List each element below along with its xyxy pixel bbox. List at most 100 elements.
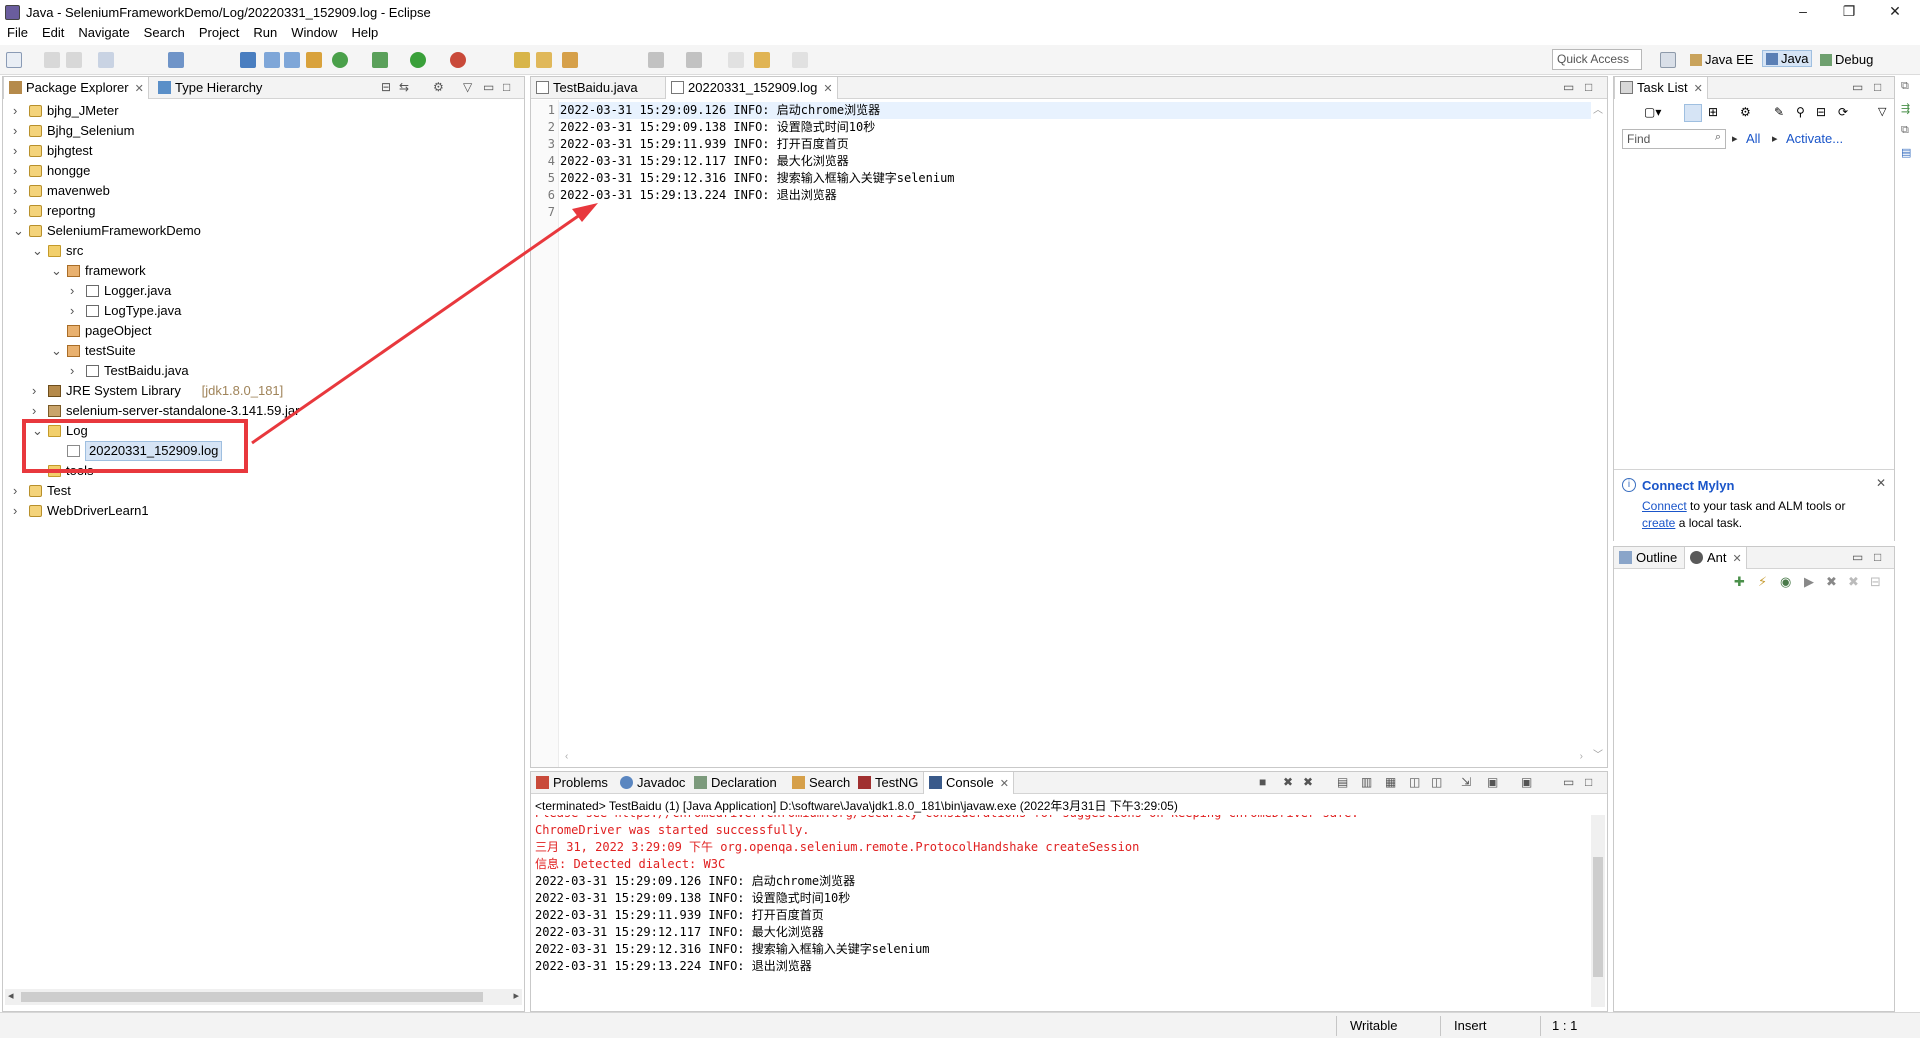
forward-icon[interactable] [792,52,808,68]
focus-on-workweek-icon[interactable]: ⚙ [1740,105,1751,119]
minimize-view-icon[interactable]: ▭ [1563,80,1574,94]
close-icon[interactable]: ✕ [1733,553,1742,565]
chevron-right-icon[interactable]: › [70,301,82,321]
tree-item[interactable]: › TestBaidu.java [3,361,524,381]
tree-item[interactable]: › JRE System Library [jdk1.8.0_181] [3,381,524,401]
chevron-down-icon[interactable]: ⌄ [32,421,44,441]
tab-testng[interactable]: TestNG [853,772,922,794]
editor-text-area[interactable]: 1 2022-03-31 15:29:09.126 INFO: 启动chrome浏… [531,102,1607,262]
chevron-right-icon[interactable]: › [32,381,44,401]
connect-link[interactable]: Connect [1642,499,1687,513]
new-class-icon[interactable] [306,52,322,68]
minimize-view-icon[interactable]: ▭ [483,80,494,94]
tab-problems[interactable]: Problems [531,772,612,794]
tree-item[interactable]: tools [3,461,524,481]
menu-search[interactable]: Search [137,22,192,44]
chevron-right-icon[interactable]: › [13,481,25,501]
scroll-left-icon[interactable]: ◂ [8,989,14,1002]
maximize-view-icon[interactable]: □ [1585,775,1592,789]
tree-item[interactable]: › Bjhg_Selenium [3,121,524,141]
open-console-icon[interactable] [168,52,184,68]
tree-item[interactable]: › hongge [3,161,524,181]
task-find-input[interactable]: Find ⌕ [1622,129,1726,149]
scroll-left-icon[interactable]: ‹ [565,751,568,762]
search-icon[interactable] [562,52,578,68]
categorized-icon[interactable] [1684,104,1702,122]
focus-icon[interactable]: ⚙ [433,80,444,94]
tree-item[interactable]: › bjhgtest [3,141,524,161]
open-type-icon[interactable] [514,52,530,68]
close-icon[interactable]: ✕ [823,83,832,95]
scrollbar-thumb[interactable] [1593,857,1603,977]
tree-item[interactable]: pageObject [3,321,524,341]
tree-item[interactable]: › reportng [3,201,524,221]
tree-item[interactable]: ⌄ src [3,241,524,261]
open-console-icon[interactable]: ▣ [1521,775,1532,789]
chevron-right-icon[interactable]: › [13,141,25,161]
open-task-icon[interactable] [536,52,552,68]
minimize-view-icon[interactable]: ▭ [1852,550,1863,564]
chevron-right-icon[interactable]: › [13,161,25,181]
next-annotation-icon[interactable] [648,52,664,68]
chevron-right-icon[interactable]: › [32,401,44,421]
chevron-right-icon[interactable]: › [70,281,82,301]
skip-breakpoints-icon[interactable] [240,52,256,68]
clear-console-icon[interactable]: ▤ [1337,775,1348,789]
previous-annotation-icon[interactable] [686,52,702,68]
remove-icon[interactable]: ✖ [1826,574,1837,590]
collapse-all-icon[interactable]: ⊟ [1816,105,1826,119]
tab-outline[interactable]: Outline [1614,547,1681,569]
scroll-right-icon[interactable]: › [1580,751,1583,762]
tree-item[interactable]: › Test [3,481,524,501]
tree-item[interactable]: 20220331_152909.log [3,441,524,461]
refresh-icon[interactable] [332,52,348,68]
maximize-view-icon[interactable]: □ [503,80,510,94]
hide-internal-targets-icon[interactable]: ◉ [1780,574,1791,590]
menu-file[interactable]: File [0,22,35,44]
tab-search[interactable]: Search [787,772,854,794]
print-icon[interactable] [98,52,114,68]
tab-ant[interactable]: Ant ✕ [1684,547,1747,569]
chevron-right-icon[interactable]: › [13,101,25,121]
collapse-all-icon[interactable]: ⊟ [381,80,391,94]
view-menu-icon[interactable]: ▽ [1878,105,1886,118]
save-all-icon[interactable] [66,52,82,68]
tree-item[interactable]: › bjhg_JMeter [3,101,524,121]
editor-horizontal-scrollbar[interactable]: ‹ › [565,751,1605,765]
chevron-down-icon[interactable]: ⌄ [51,341,63,361]
perspective-java-ee[interactable]: Java EE [1690,52,1753,67]
new-icon[interactable] [6,52,22,68]
tab-javadoc[interactable]: Javadoc [615,772,689,794]
remove-all-launches-icon[interactable]: ✖ [1303,775,1313,789]
all-tasks-link[interactable]: All [1746,131,1760,146]
filter-icon[interactable]: ⚲ [1796,105,1805,119]
minimize-button[interactable]: – [1780,0,1826,22]
tree-item[interactable]: ⌄ framework [3,261,524,281]
tab-package-explorer[interactable]: Package Explorer ✕ [3,77,149,99]
quick-access-input[interactable]: Quick Access [1552,49,1642,70]
menu-navigate[interactable]: Navigate [71,22,136,44]
maximize-view-icon[interactable]: □ [1585,80,1592,94]
activate-task-link[interactable]: Activate... [1786,131,1843,146]
new-task-icon[interactable]: ▢▾ [1644,105,1661,119]
restore-icon[interactable]: ⧉ [1901,80,1909,93]
show-on-stdout-icon[interactable]: ◫ [1409,775,1420,789]
save-icon[interactable] [44,52,60,68]
tab-log-file[interactable]: 20220331_152909.log ✕ [665,77,838,99]
close-icon[interactable]: ✕ [1876,476,1886,490]
tree-item[interactable]: ⌄ Log [3,421,524,441]
search-icon[interactable]: ⌕ [1715,131,1721,144]
outline-trim-icon[interactable]: ▤ [1901,146,1911,159]
chevron-down-icon[interactable]: ⌄ [13,221,25,241]
chevron-right-icon[interactable]: › [70,361,82,381]
chevron-right-icon[interactable]: › [13,181,25,201]
add-buildfiles-search-icon[interactable]: ⚡ [1758,574,1767,590]
editor-vertical-scrollbar[interactable]: ︿ ﹀ [1591,101,1605,761]
chevron-right-icon[interactable]: › [13,201,25,221]
tree-item[interactable]: › Logger.java [3,281,524,301]
maximize-button[interactable]: ❐ [1826,0,1872,22]
word-wrap-icon[interactable]: ▦ [1385,775,1396,789]
tab-declaration[interactable]: Declaration [689,772,781,794]
run-icon[interactable] [410,52,426,68]
chevron-down-icon[interactable]: ⌄ [32,241,44,261]
